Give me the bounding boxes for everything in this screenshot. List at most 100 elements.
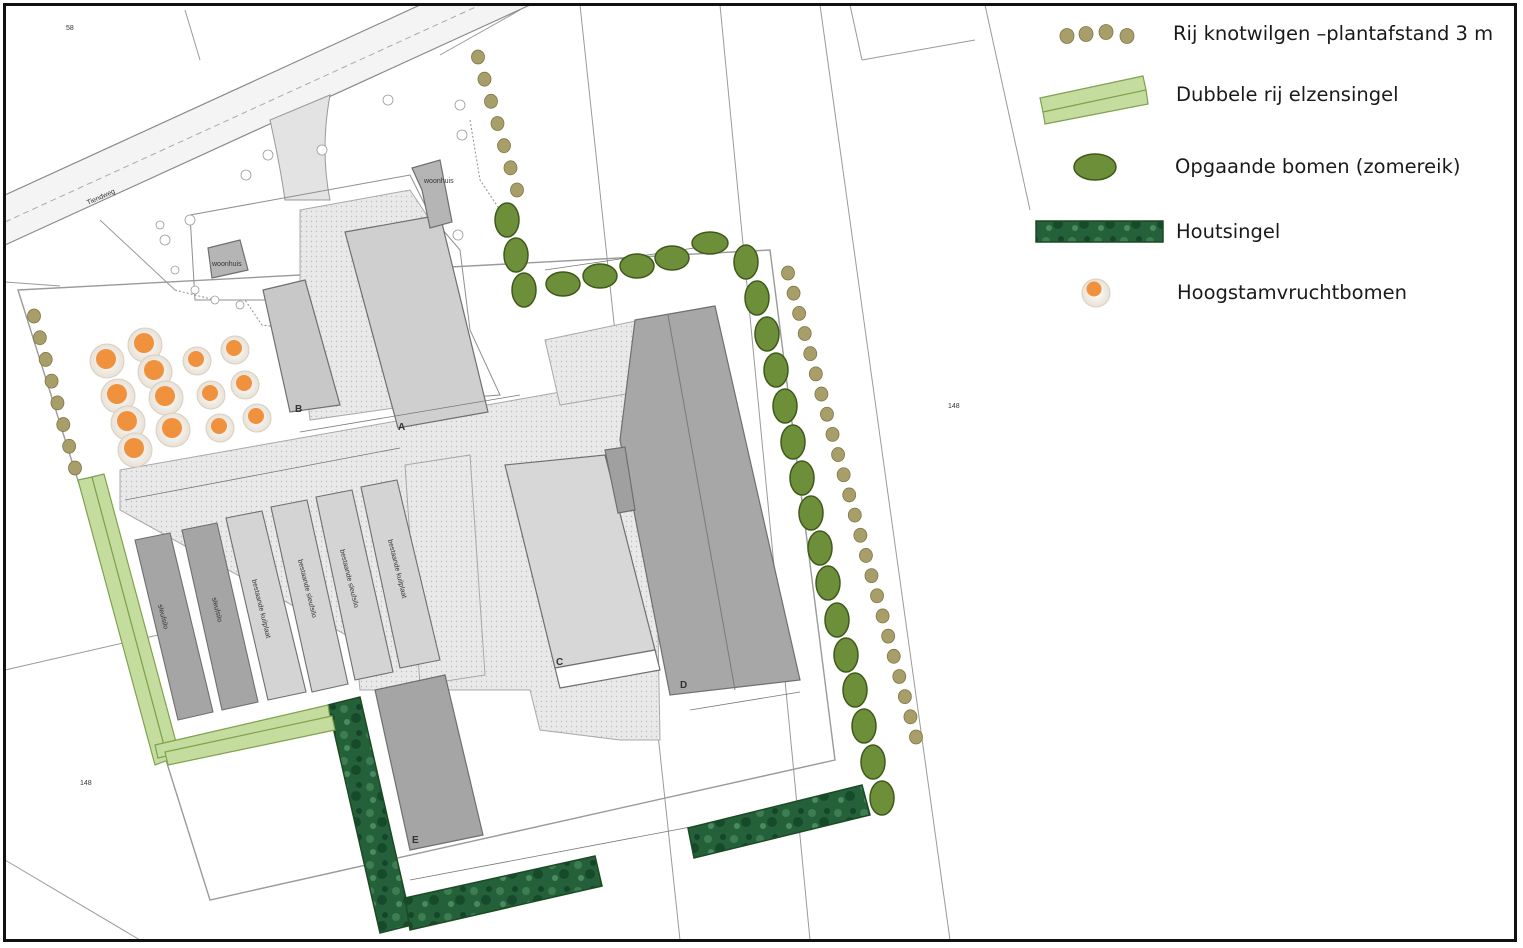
legend-elzensingel-label: Dubbele rij elzensingel bbox=[1176, 83, 1399, 106]
fruit-tree bbox=[155, 412, 191, 448]
zomereik-tree bbox=[860, 744, 886, 780]
zomereik-tree bbox=[511, 272, 537, 308]
zomereik-tree bbox=[545, 271, 581, 297]
knotwilg-tree bbox=[870, 588, 884, 604]
zomereik-tree bbox=[494, 202, 520, 238]
knotwilg-tree bbox=[497, 138, 511, 154]
woonhuis-1 bbox=[207, 239, 249, 279]
knotwilg-tree bbox=[781, 265, 795, 281]
label-woonhuis-2: woonhuis bbox=[423, 178, 454, 185]
knotwilg-tree bbox=[62, 438, 77, 454]
knotwilg-tree bbox=[842, 487, 857, 503]
knotwilg-tree bbox=[792, 305, 807, 321]
legend-zomereik-label: Opgaande bomen (zomereik) bbox=[1175, 155, 1461, 178]
knotwilg-tree bbox=[847, 507, 862, 523]
zomereik-tree bbox=[619, 253, 655, 279]
legend-symbols bbox=[1035, 24, 1164, 308]
zomereik-tree bbox=[654, 245, 690, 271]
parcel-number-3: 58 bbox=[66, 25, 74, 32]
label-b: B bbox=[295, 404, 302, 415]
zomereik-tree bbox=[780, 424, 806, 460]
knotwilg-tree bbox=[490, 116, 505, 131]
zomereik-tree bbox=[582, 263, 618, 289]
zomereik-tree bbox=[691, 231, 729, 255]
zomereik-tree bbox=[733, 244, 759, 280]
zomereik-tree bbox=[772, 388, 798, 424]
knotwilg-tree bbox=[803, 346, 818, 362]
knotwilg-tree bbox=[786, 285, 801, 301]
fruit-tree bbox=[117, 432, 153, 468]
legend-elzensingel-symbol bbox=[1039, 75, 1149, 125]
knotwilg-tree bbox=[477, 71, 492, 87]
knotwilg-tree bbox=[892, 669, 907, 684]
label-c: C bbox=[556, 657, 563, 668]
knotwilg-tree bbox=[32, 330, 47, 346]
knotwilg-tree bbox=[836, 467, 851, 483]
zomereik-tree bbox=[789, 460, 815, 496]
zomereik-tree bbox=[824, 602, 850, 638]
legend-knotwilg-symbol bbox=[1059, 24, 1135, 44]
knotwilg-tree bbox=[797, 326, 812, 341]
road: Tiendweg bbox=[4, 4, 531, 246]
knotwilg-tree bbox=[471, 49, 485, 65]
fruit-tree bbox=[196, 380, 226, 410]
fruit-tree bbox=[182, 346, 212, 376]
fruit-tree bbox=[148, 380, 184, 416]
knotwilg-tree bbox=[903, 709, 918, 725]
zomereik-tree bbox=[763, 352, 789, 388]
knotwilg-tree bbox=[875, 608, 890, 624]
legend-houtsingel-symbol bbox=[1035, 220, 1164, 243]
knotwilg-tree bbox=[831, 447, 845, 462]
zomereik-tree bbox=[503, 237, 529, 273]
knotwilg-tree bbox=[27, 308, 41, 324]
fruit-tree bbox=[220, 335, 250, 365]
knotwilg-tree bbox=[820, 406, 834, 422]
houtsingel-east bbox=[687, 784, 871, 859]
knotwilg-tree bbox=[38, 352, 53, 367]
legend-hoogstam-symbol bbox=[1081, 278, 1111, 308]
parcel-number-2: 148 bbox=[948, 403, 960, 410]
zomereik-tree bbox=[798, 495, 824, 531]
knotwilg-tree bbox=[853, 527, 868, 543]
map-canvas: Tiendweg B A C D E woonhuis woonhuis sle… bbox=[4, 4, 1164, 941]
fruit-tree bbox=[242, 403, 272, 433]
legend-hoogstam-label: Hoogstamvruchtbomen bbox=[1177, 281, 1407, 304]
knotwilg-tree bbox=[68, 460, 82, 476]
knotwilg-tree bbox=[808, 366, 823, 382]
label-a: A bbox=[398, 422, 405, 433]
site-plan-map: Tiendweg B A C D E woonhuis woonhuis sle… bbox=[0, 0, 1523, 948]
knotwilg-tree bbox=[897, 689, 912, 705]
knotwilg-tree bbox=[881, 628, 896, 644]
label-woonhuis-1: woonhuis bbox=[211, 261, 242, 268]
zomereik-tree bbox=[833, 637, 859, 673]
zomereik-tree bbox=[842, 672, 868, 708]
zomereik-tree bbox=[754, 316, 780, 352]
zomereik-tree bbox=[851, 708, 877, 744]
hoogstam-orchard bbox=[89, 327, 272, 468]
knotwilg-tree bbox=[814, 386, 829, 402]
knotwilg-tree bbox=[56, 417, 71, 432]
knotwilg-tree bbox=[886, 648, 901, 664]
fruit-tree bbox=[89, 343, 125, 379]
legend-zomereik-symbol bbox=[1073, 153, 1117, 181]
knotwilg-tree bbox=[44, 373, 59, 389]
legend-houtsingel-label: Houtsingel bbox=[1176, 220, 1281, 243]
zomereik-tree bbox=[869, 780, 895, 816]
zomereik-tree bbox=[815, 565, 841, 601]
label-d: D bbox=[680, 680, 687, 691]
knotwilg-tree bbox=[859, 548, 873, 563]
legend-knotwilgen-label: Rij knotwilgen –plantafstand 3 m bbox=[1173, 22, 1494, 45]
knotwilg-tree bbox=[484, 93, 498, 109]
houtsingel-south bbox=[404, 855, 603, 931]
zomereik-tree bbox=[807, 530, 833, 566]
zomereik-tree bbox=[744, 280, 770, 316]
building-e bbox=[374, 674, 484, 851]
knotwilg-tree bbox=[825, 426, 840, 442]
fruit-tree bbox=[230, 370, 260, 400]
parcel-number-1: 148 bbox=[80, 780, 92, 787]
knotwilg-tree bbox=[503, 160, 518, 176]
knotwilg-tree bbox=[864, 568, 879, 584]
fruit-tree bbox=[205, 413, 235, 443]
knotwilg-tree bbox=[909, 729, 923, 745]
knotwilg-tree bbox=[50, 395, 65, 411]
